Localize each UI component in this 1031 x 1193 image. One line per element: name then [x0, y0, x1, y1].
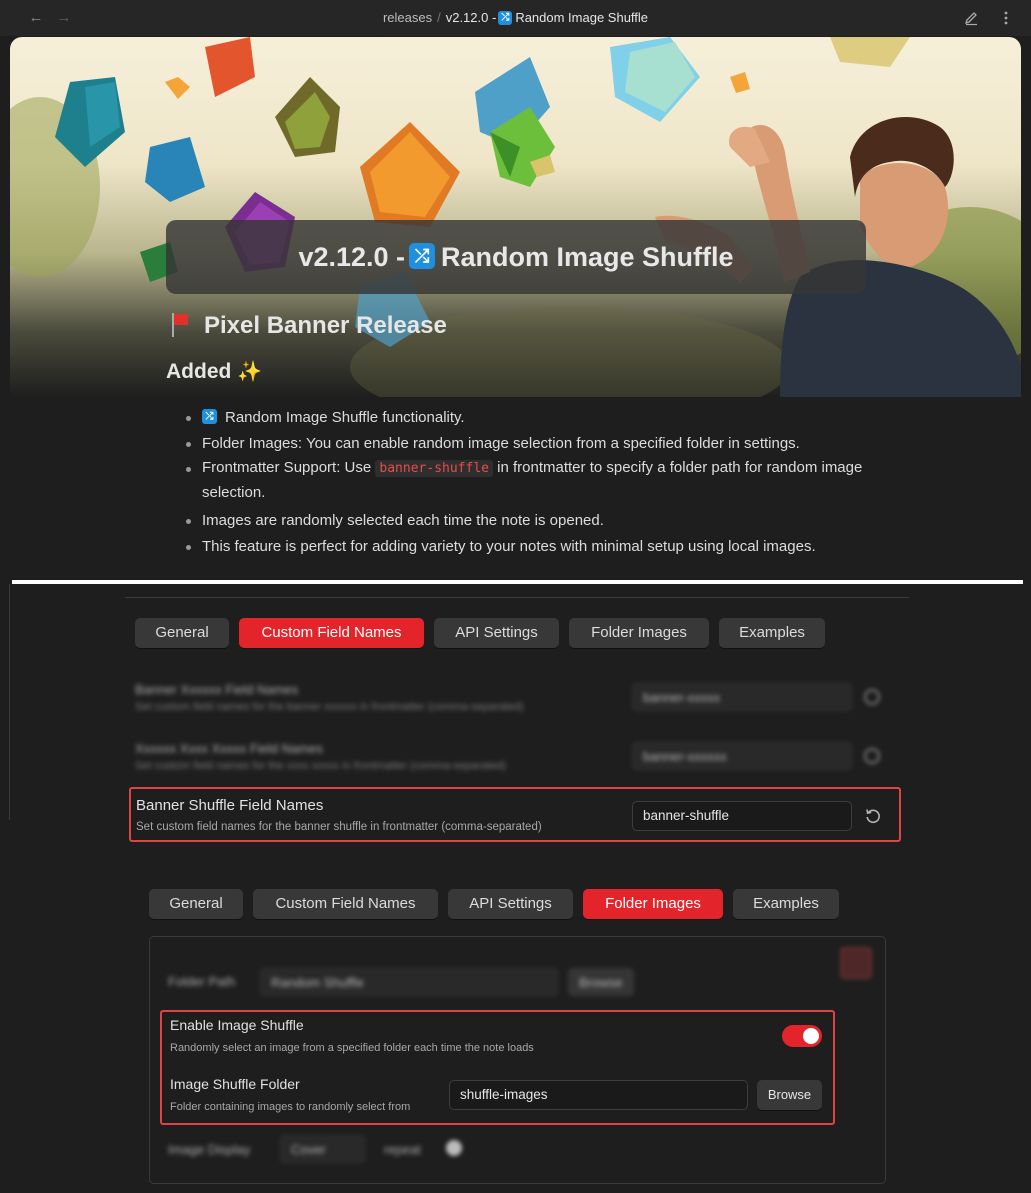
list-item: This feature is perfect for adding varie… [184, 534, 904, 560]
setting-name-enable-shuffle: Enable Image Shuffle [170, 1017, 304, 1033]
list-item-text: Folder Images: You can enable random ima… [202, 434, 800, 452]
heading-release: Pixel Banner Release [170, 312, 447, 340]
reset-icon[interactable] [864, 807, 882, 825]
blurred-setting-row: repeat [384, 1142, 421, 1157]
tab-folder-images[interactable]: Folder Images [583, 889, 723, 919]
tab-custom-field-names[interactable]: Custom Field Names [253, 889, 438, 919]
note-view: v2.12.0 - ⤮ Random Image Shuffle Pixel Ban… [10, 37, 1021, 578]
blurred-setting-row: Xxxxxx Xxxx Xxxxx Field Names Set custom… [135, 741, 506, 772]
banner-title-panel: v2.12.0 - ⤮ Random Image Shuffle [166, 220, 866, 294]
breadcrumb: releases / v2.12.0 - ⤮ Random Image Shuffle [0, 10, 1031, 25]
blurred-input-value: banner-xxxxxx [643, 749, 727, 764]
blurred-input-value: banner-xxxxx [643, 690, 721, 705]
blurred-input: banner-xxxxxx [632, 742, 852, 770]
heading-text: Pixel Banner Release [204, 312, 447, 339]
edit-icon[interactable] [963, 10, 979, 26]
blurred-input-value: Random Shuffle [271, 975, 364, 990]
settings-tabs: General Custom Field Names API Settings … [135, 618, 835, 648]
changes-list: ⤮ Random Image Shuffle functionality. Fol… [184, 405, 904, 559]
list-item-text: Random Image Shuffle functionality. [225, 409, 465, 426]
setting-name: Folder Path [168, 974, 236, 989]
setting-description: Set custom field names for the banner xx… [135, 701, 524, 713]
blurred-select-value: Cover [291, 1142, 326, 1157]
setting-description: Folder containing images to randomly sel… [170, 1101, 411, 1113]
title-bar: ← → releases / v2.12.0 - ⤮ Random Image Shuf… [0, 0, 1031, 36]
blurred-button-label: Browse [579, 975, 623, 990]
breadcrumb-title[interactable]: Random Image Shuffle [515, 10, 648, 25]
blurred-setting-row: Folder Path [168, 974, 235, 989]
setting-name-shuffle-folder: Image Shuffle Folder [170, 1076, 300, 1092]
shuffle-icon: ⤮ [202, 409, 217, 425]
tab-custom-field-names[interactable]: Custom Field Names [239, 618, 424, 648]
settings-tabs: General Custom Field Names API Settings … [149, 889, 849, 919]
setting-description: Randomly select an image from a specifie… [170, 1042, 534, 1054]
setting-name: repeat [384, 1142, 421, 1157]
tab-examples[interactable]: Examples [719, 618, 825, 648]
list-item: Images are randomly selected each time t… [184, 508, 904, 534]
inline-code: banner-shuffle [375, 460, 493, 477]
tab-general[interactable]: General [135, 618, 229, 648]
blurred-setting-row: Banner Xxxxxx Field Names Set custom fie… [135, 682, 524, 713]
enable-shuffle-toggle[interactable] [782, 1025, 822, 1047]
tab-api-settings[interactable]: API Settings [448, 889, 573, 919]
breadcrumb-version[interactable]: v2.12.0 - [446, 10, 497, 25]
heading-added: Added ✨ [166, 359, 262, 384]
banner-shuffle-field-input[interactable]: banner-shuffle [632, 801, 852, 831]
list-item-text: This feature is perfect for adding varie… [202, 537, 816, 555]
note-title-text: Random Image Shuffle [441, 242, 734, 272]
sparkles-icon: ✨ [237, 361, 263, 383]
divider [125, 597, 909, 598]
setting-name: Banner Xxxxxx Field Names [135, 682, 299, 697]
setting-description: Set custom field names for the xxxx xxxx… [135, 760, 507, 772]
tab-api-settings[interactable]: API Settings [434, 618, 559, 648]
setting-name-banner-shuffle: Banner Shuffle Field Names [136, 797, 324, 814]
shuffle-icon: ⤮ [498, 10, 513, 25]
setting-name: Xxxxxx Xxxx Xxxxx Field Names [135, 741, 323, 756]
note-title-version: v2.12.0 - [298, 242, 406, 272]
tab-general[interactable]: General [149, 889, 243, 919]
blurred-select: Cover [280, 1135, 365, 1163]
list-item: ⤮ Random Image Shuffle functionality. [184, 405, 904, 431]
note-title: v2.12.0 - ⤮ Random Image Shuffle [166, 220, 866, 294]
divider [12, 580, 1023, 584]
divider [9, 584, 10, 820]
setting-name: Image Display [168, 1142, 251, 1157]
list-item: Folder Images: You can enable random ima… [184, 431, 904, 457]
breadcrumb-folder[interactable]: releases [383, 10, 432, 25]
tab-folder-images[interactable]: Folder Images [569, 618, 709, 648]
subheading-text: Added [166, 360, 232, 383]
list-item-text: Images are randomly selected each time t… [202, 512, 604, 529]
banner-illustration [10, 37, 1021, 397]
list-item-text: Frontmatter Support: Use [202, 459, 372, 476]
reset-icon [864, 748, 880, 764]
delete-icon [840, 947, 872, 979]
breadcrumb-separator: / [437, 10, 441, 25]
shuffle-folder-input[interactable]: shuffle-images [449, 1080, 748, 1110]
blurred-input: banner-xxxxx [632, 683, 852, 711]
toggle-icon [446, 1140, 462, 1156]
more-options-icon[interactable] [1000, 10, 1012, 26]
browse-button[interactable]: Browse [757, 1080, 822, 1110]
red-flag-icon [170, 312, 192, 337]
blurred-input: Random Shuffle [260, 968, 558, 996]
blurred-button: Browse [568, 968, 634, 996]
reset-icon [864, 689, 880, 705]
banner-image: v2.12.0 - ⤮ Random Image Shuffle [10, 37, 1021, 397]
list-item: Frontmatter Support: Use banner-shuffle … [184, 456, 904, 505]
setting-description: Set custom field names for the banner sh… [136, 821, 542, 833]
blurred-setting-row: Image Display [168, 1142, 250, 1157]
shuffle-icon: ⤮ [409, 243, 436, 270]
tab-examples[interactable]: Examples [733, 889, 839, 919]
